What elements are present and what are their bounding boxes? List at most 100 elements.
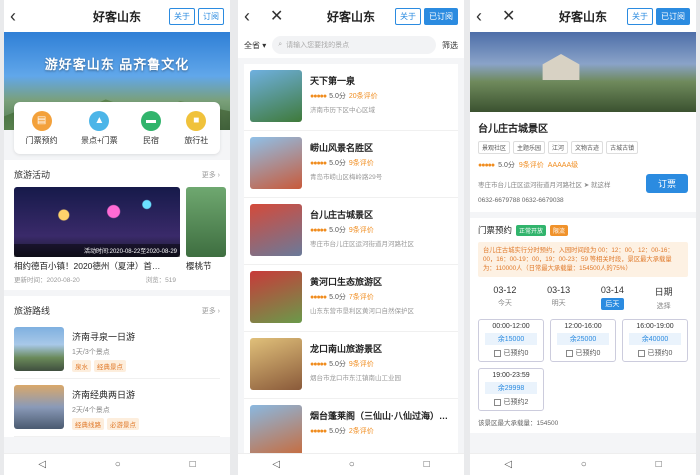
spot-address: 青岛市崂山区梅岭路29号 <box>310 174 383 181</box>
nav-home-icon[interactable]: ○ <box>581 459 587 470</box>
rating-stars-icon: ●●●●● <box>310 427 327 435</box>
slot-booked: 已预约2 <box>503 399 529 406</box>
nav-recent-icon[interactable]: □ <box>190 459 196 470</box>
close-icon[interactable]: ✕ <box>502 6 515 26</box>
spot-image <box>250 70 302 122</box>
date-option[interactable]: 03-13 明天 <box>547 285 570 311</box>
subscribed-button[interactable]: 已订阅 <box>424 7 458 25</box>
subscribed-button[interactable]: 已订阅 <box>656 7 690 25</box>
home-screen: ‹ 好客山东 关于 订阅 游好客山东 品齐鲁文化 ▤ 门票预约 ▲ 景点+门票 … <box>4 0 230 475</box>
spot-address[interactable]: 枣庄市台儿庄区运河街道月河路社区 ➤ 就这样 <box>478 179 611 189</box>
quick-entry-bar: ▤ 门票预约 ▲ 景点+门票 ▬ 民宿 ■ 旅行社 <box>14 102 220 154</box>
spot-photo[interactable] <box>470 32 696 112</box>
checkbox-icon[interactable] <box>565 349 573 357</box>
system-nav-bar: ◁ ○ □ <box>470 453 696 475</box>
date-option-selected[interactable]: 03-14 后天 <box>600 285 624 311</box>
time-slots: 00:00-12:00 余15000 已预约0 12:00-16:00 余250… <box>478 319 688 411</box>
bed-icon: ▬ <box>140 110 161 131</box>
spot-image <box>250 405 302 457</box>
nav-home-icon[interactable]: ○ <box>349 459 355 470</box>
spot-address: 枣庄市台儿庄区运河街道月河路社区 <box>310 241 414 248</box>
top-bar: ‹ ✕ 好客山东 关于 已订阅 <box>470 0 696 32</box>
date-picker[interactable]: 日期 选择 <box>655 285 673 311</box>
spot-name: 黄河口生态旅游区 <box>310 277 383 287</box>
checkbox-icon[interactable] <box>493 349 501 357</box>
briefcase-icon: ■ <box>186 110 207 131</box>
spot-name: 龙口南山旅游景区 <box>310 344 383 354</box>
back-arrow-icon[interactable]: ‹ <box>476 6 492 27</box>
spot-reviews[interactable]: 2条评价 <box>349 426 374 436</box>
quick-spot-ticket[interactable]: ▲ 景点+门票 <box>81 110 118 146</box>
checkbox-icon[interactable] <box>493 398 501 406</box>
activity-card[interactable]: 樱桃节 <box>186 187 226 284</box>
close-icon[interactable]: ✕ <box>270 6 283 26</box>
activity-card[interactable]: 活动时间:2020-08-22至2020-08-29 相约德百小镇！2020德州… <box>14 187 180 284</box>
subscribe-button[interactable]: 订阅 <box>198 7 224 25</box>
slot-booked: 已预约0 <box>647 350 673 357</box>
time-slot[interactable]: 00:00-12:00 余15000 已预约0 <box>478 319 544 362</box>
spot-tag: 景观社区 <box>478 141 511 154</box>
time-slot[interactable]: 12:00-16:00 余25000 已预约0 <box>550 319 616 362</box>
spot-reviews[interactable]: 9条评价 <box>519 160 544 170</box>
nav-recent-icon[interactable]: □ <box>424 459 430 470</box>
quick-label: 民宿 <box>142 135 159 145</box>
province-dropdown[interactable]: 全省 ▾ <box>244 40 266 51</box>
top-bar: ‹ ✕ 好客山东 关于 已订阅 <box>238 0 464 32</box>
back-arrow-icon[interactable]: ‹ <box>244 6 260 27</box>
spot-tag: 文物古迹 <box>571 141 604 154</box>
nav-back-icon[interactable]: ◁ <box>272 459 280 470</box>
spot-reviews[interactable]: 7条评价 <box>349 292 374 302</box>
slot-time: 16:00-19:00 <box>636 323 674 330</box>
quick-travel-agency[interactable]: ■ 旅行社 <box>184 110 208 146</box>
spot-reviews[interactable]: 9条评价 <box>349 225 374 235</box>
quick-homestay[interactable]: ▬ 民宿 <box>140 110 161 146</box>
time-slot[interactable]: 16:00-19:00 余40000 已预约0 <box>622 319 688 362</box>
spot-item[interactable]: 台儿庄古城景区 ●●●●● 5.0分 9条评价 枣庄市台儿庄区运河街道月河路社区 <box>244 198 458 265</box>
spot-image <box>250 271 302 323</box>
date-caption: 明天 <box>551 300 566 307</box>
system-nav-bar: ◁ ○ □ <box>238 453 464 475</box>
about-button[interactable]: 关于 <box>395 7 421 25</box>
date-caption: 今天 <box>497 300 512 307</box>
spot-name: 天下第一泉 <box>310 76 356 86</box>
search-input[interactable]: ⌕ 请输入您要找的景点 <box>272 36 436 54</box>
spot-item[interactable]: 龙口南山旅游景区 ●●●●● 5.0分 9条评价 烟台市龙口市东江镇南山工业园 <box>244 332 458 399</box>
book-ticket-button[interactable]: 订票 <box>645 174 688 193</box>
spot-list-screen: ‹ ✕ 好客山东 关于 已订阅 全省 ▾ ⌕ 请输入您要找的景点 筛选 天下第一… <box>238 0 464 475</box>
spot-item[interactable]: 天下第一泉 ●●●●● 5.0分 20条评价 济南市历下区中心区域 <box>244 64 458 131</box>
ticket-reservation: 门票预约 正常开放 限流 台儿庄古城实行分时预约，入园时间段为 00：12：00… <box>470 218 696 433</box>
spot-detail-screen: ‹ ✕ 好客山东 关于 已订阅 台儿庄古城景区 景观社区 主题乐园 江河 文物古… <box>470 0 696 475</box>
nav-back-icon[interactable]: ◁ <box>504 459 512 470</box>
slot-remaining: 余40000 <box>629 333 681 345</box>
about-button[interactable]: 关于 <box>169 7 195 25</box>
more-link[interactable]: 更多 › <box>202 170 220 180</box>
nav-recent-icon[interactable]: □ <box>656 459 662 470</box>
spot-item[interactable]: 黄河口生态旅游区 ●●●●● 5.0分 7条评价 山东东营市垦利区黄河口自然保护区 <box>244 265 458 332</box>
date-option[interactable]: 03-12 今天 <box>493 285 516 311</box>
date-value: 日期 <box>654 287 673 297</box>
nav-home-icon[interactable]: ○ <box>115 459 121 470</box>
filter-button[interactable]: 筛选 <box>442 40 458 51</box>
activity-title: 樱桃节 <box>186 261 212 271</box>
route-list: 济南寻泉一日游 1天/3个景点 泉水 经典景点 济南经典两日游 2天/4个景点 … <box>4 321 230 437</box>
route-item[interactable]: 济南寻泉一日游 1天/3个景点 泉水 经典景点 <box>14 321 220 379</box>
time-slot[interactable]: 19:00-23:59 余29998 已预约2 <box>478 368 544 411</box>
route-item[interactable]: 济南经典两日游 2天/4个景点 经典线路 必游景点 <box>14 379 220 437</box>
system-nav-bar: ◁ ○ □ <box>4 453 230 475</box>
spot-phones[interactable]: 0632-6679788 0632-6679038 <box>478 197 688 204</box>
more-link[interactable]: 更多 › <box>202 306 220 316</box>
about-button[interactable]: 关于 <box>627 7 653 25</box>
back-arrow-icon[interactable]: ‹ <box>10 6 26 27</box>
hero-slogan: 游好客山东 品齐鲁文化 <box>44 57 190 72</box>
date-value: 03-13 <box>547 285 571 295</box>
quick-ticket-booking[interactable]: ▤ 门票预约 <box>26 110 58 146</box>
spot-reviews[interactable]: 9条评价 <box>349 158 374 168</box>
spot-reviews[interactable]: 20条评价 <box>349 91 378 101</box>
checkbox-icon[interactable] <box>637 349 645 357</box>
route-tag: 经典景点 <box>94 360 126 372</box>
spot-item[interactable]: 崂山风景名胜区 ●●●●● 5.0分 9条评价 青岛市崂山区梅岭路29号 <box>244 131 458 198</box>
date-value: 03-14 <box>600 285 624 295</box>
activity-time: 活动时间:2020-08-22至2020-08-29 <box>14 244 180 257</box>
spot-reviews[interactable]: 9条评价 <box>349 359 374 369</box>
nav-back-icon[interactable]: ◁ <box>38 459 46 470</box>
